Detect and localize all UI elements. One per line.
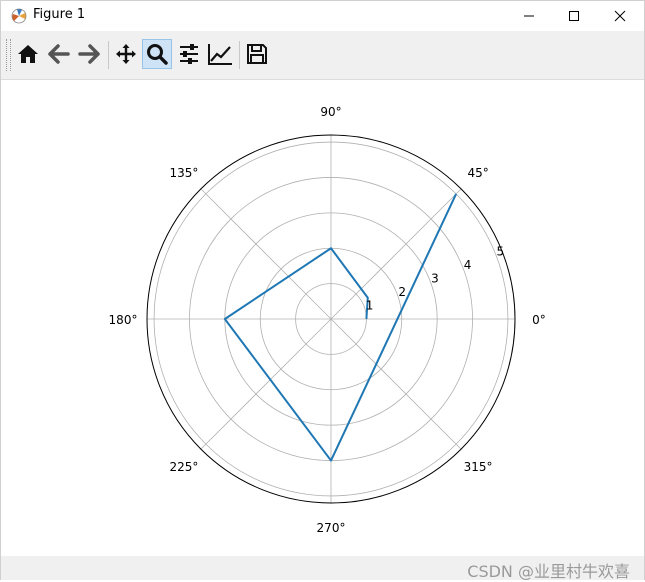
r-tick-label: 1 xyxy=(366,298,374,312)
subplots-config-icon xyxy=(180,44,198,64)
data-series-line xyxy=(223,193,458,462)
r-tick-label: 5 xyxy=(496,244,504,258)
edit-axis-button[interactable] xyxy=(205,39,235,69)
forward-arrow-icon xyxy=(78,44,100,64)
edit-axis-icon xyxy=(208,44,232,65)
figure-window: Figure 1 1 2 3 4 5 0° 45° 90° 135° 180° … xyxy=(0,0,645,581)
toolbar-separator xyxy=(108,41,109,69)
minimize-button[interactable] xyxy=(506,1,552,31)
status-bar: CSDN @业里村牛欢喜 xyxy=(1,556,644,581)
back-button[interactable] xyxy=(44,39,74,69)
zoom-button[interactable] xyxy=(142,39,172,69)
theta-gridline xyxy=(330,318,462,450)
figure-canvas[interactable]: 1 2 3 4 5 0° 45° 90° 135° 180° 225° 270° 315° xyxy=(1,80,644,556)
theta-gridline xyxy=(200,318,332,450)
theta-tick-label: 90° xyxy=(320,105,341,119)
save-icon xyxy=(247,44,267,64)
minimize-icon xyxy=(524,15,534,17)
matplotlib-icon xyxy=(11,8,27,24)
theta-gridline xyxy=(200,188,332,320)
home-icon xyxy=(18,45,38,63)
pan-icon xyxy=(116,44,136,64)
theta-tick-label: 315° xyxy=(464,460,493,474)
navigation-toolbar xyxy=(1,31,644,80)
zoom-icon xyxy=(147,44,168,65)
save-button[interactable] xyxy=(242,39,272,69)
home-button[interactable] xyxy=(13,39,43,69)
theta-tick-label: 225° xyxy=(169,460,198,474)
forward-button[interactable] xyxy=(74,39,104,69)
theta-tick-label: 0° xyxy=(532,313,546,327)
polar-chart: 1 2 3 4 5 0° 45° 90° 135° 180° 225° 270° 315° xyxy=(109,105,546,535)
r-tick-label: 4 xyxy=(464,258,472,272)
pan-button[interactable] xyxy=(111,39,141,69)
theta-tick-label: 135° xyxy=(169,166,198,180)
toolbar-grip xyxy=(6,39,11,71)
theta-gridline xyxy=(330,188,462,320)
r-tick-label: 2 xyxy=(398,285,406,299)
window-title: Figure 1 xyxy=(33,7,86,22)
theta-tick-label: 180° xyxy=(109,313,138,327)
maximize-button[interactable] xyxy=(551,1,597,31)
close-button[interactable] xyxy=(597,1,643,31)
configure-subplots-button[interactable] xyxy=(174,39,204,69)
toolbar-separator xyxy=(239,41,240,69)
theta-tick-label: 45° xyxy=(467,166,488,180)
title-bar: Figure 1 xyxy=(1,1,644,31)
watermark-text: CSDN @业里村牛欢喜 xyxy=(467,562,630,581)
r-tick-label: 3 xyxy=(431,271,439,285)
close-icon xyxy=(614,10,626,22)
back-arrow-icon xyxy=(48,44,70,64)
theta-tick-label: 270° xyxy=(317,521,346,535)
maximize-icon xyxy=(569,11,579,21)
